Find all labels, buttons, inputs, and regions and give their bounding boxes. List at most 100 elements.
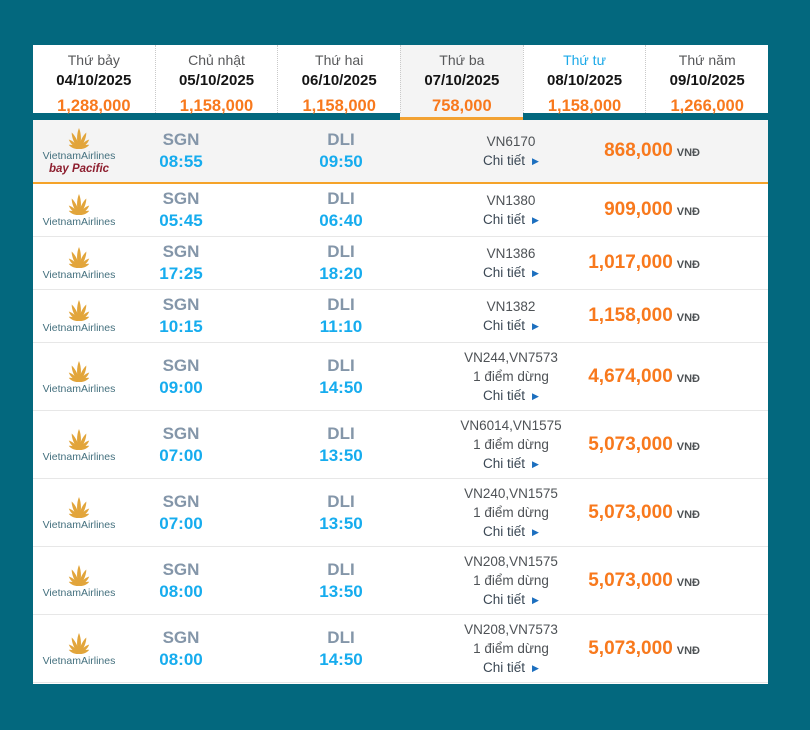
airline-logo: VietnamAirlines	[33, 631, 121, 667]
lotus-icon	[61, 563, 97, 586]
tab-price-label: 758,000	[401, 94, 523, 118]
flight-info-cell: VN1386 Chi tiết▶	[441, 244, 581, 283]
price-cell: 1,017,000VNĐ	[581, 252, 768, 274]
lotus-icon	[61, 192, 97, 215]
flight-row[interactable]: VietnamAirlines SGN 10:15 DLI 11:10 VN13…	[33, 290, 768, 343]
arrival-airport: DLI	[241, 355, 441, 377]
flight-row[interactable]: VietnamAirlines SGN 09:00 DLI 14:50 VN24…	[33, 343, 768, 411]
date-tab-thu[interactable]: Thứ năm 09/10/2025 1,266,000	[645, 45, 768, 113]
airline-name: VietnamAirlines	[43, 655, 116, 667]
departure-cell: SGN 07:00	[121, 423, 241, 467]
arrival-time: 13:50	[241, 581, 441, 603]
flight-row[interactable]: VietnamAirlines SGN 07:00 DLI 13:50 VN60…	[33, 411, 768, 479]
departure-airport: SGN	[121, 294, 241, 316]
flight-info-cell: VN1382 Chi tiết ▶	[441, 297, 581, 336]
departure-cell: SGN 08:55	[121, 129, 241, 173]
flight-info-cell: VN6014,VN1575 1 điểm dừng Chi tiết▶	[441, 416, 581, 474]
arrival-cell: DLI 13:50	[241, 559, 441, 603]
flight-row[interactable]: VietnamAirlines SGN 08:00 DLI 13:50 VN20…	[33, 547, 768, 615]
price-cell: 5,073,000VNĐ	[581, 570, 768, 592]
arrow-right-icon: ▶	[532, 321, 539, 331]
details-label: Chi tiết	[483, 265, 525, 280]
arrival-airport: DLI	[241, 423, 441, 445]
details-link[interactable]: Chi tiết▶	[483, 210, 539, 230]
details-link[interactable]: Chi tiết▶	[483, 590, 539, 610]
departure-airport: SGN	[121, 355, 241, 377]
arrival-time: 18:20	[241, 263, 441, 285]
flight-number: VN244,VN7573	[441, 348, 581, 367]
flight-number: VN6014,VN1575	[441, 416, 581, 435]
details-label: Chi tiết	[483, 660, 525, 675]
flight-row[interactable]: VietnamAirlines SGN 05:45 DLI 06:40 VN13…	[33, 184, 768, 237]
departure-time: 09:00	[121, 377, 241, 399]
tab-price-label: 1,158,000	[524, 94, 646, 118]
price-value: 5,073,000	[588, 434, 673, 455]
arrow-right-icon: ▶	[532, 527, 539, 537]
arrow-right-icon: ▶	[532, 663, 539, 673]
stops-label: 1 điểm dừng	[441, 639, 581, 658]
currency-label: VNĐ	[677, 373, 700, 385]
date-tab-sun[interactable]: Chủ nhật 05/10/2025 1,158,000	[155, 45, 278, 113]
departure-time: 07:00	[121, 445, 241, 467]
arrival-time: 13:50	[241, 513, 441, 535]
price-cell: 909,000VNĐ	[581, 199, 768, 221]
date-tab-tue-selected[interactable]: Thứ ba 07/10/2025 758,000	[400, 45, 523, 113]
departure-airport: SGN	[121, 423, 241, 445]
currency-label: VNĐ	[677, 441, 700, 453]
tab-date-label: 05/10/2025	[156, 70, 278, 91]
airline-name: VietnamAirlines	[43, 322, 116, 334]
price-cell: 1,158,000VNĐ	[581, 305, 768, 327]
departure-time: 08:00	[121, 581, 241, 603]
flight-list: VietnamAirlines bay Pacific SGN 08:55 DL…	[33, 120, 768, 684]
flight-row[interactable]: VietnamAirlines bay Pacific SGN 08:55 DL…	[33, 120, 768, 184]
flight-info-cell: VN208,VN1575 1 điểm dừng Chi tiết▶	[441, 552, 581, 610]
arrival-time: 06:40	[241, 210, 441, 232]
airline-logo: VietnamAirlines	[33, 563, 121, 599]
departure-time: 10:15	[121, 316, 241, 338]
price-value: 1,017,000	[588, 252, 673, 273]
price-value: 4,674,000	[588, 366, 673, 387]
details-link[interactable]: Chi tiết▶	[483, 386, 539, 406]
arrival-time: 14:50	[241, 649, 441, 671]
price-value: 5,073,000	[588, 570, 673, 591]
flight-info-cell: VN208,VN7573 1 điểm dừng Chi tiết▶	[441, 620, 581, 678]
departure-cell: SGN 09:00	[121, 355, 241, 399]
airline-name: VietnamAirlines	[43, 383, 116, 395]
currency-label: VNĐ	[677, 147, 700, 159]
arrival-airport: DLI	[241, 294, 441, 316]
flight-number: VN6170	[441, 132, 581, 151]
details-link[interactable]: Chi tiết ▶	[483, 658, 539, 678]
arrival-airport: DLI	[241, 491, 441, 513]
airline-logo: VietnamAirlines	[33, 298, 121, 334]
details-link[interactable]: Chi tiết▶	[483, 454, 539, 474]
arrival-time: 11:10	[241, 316, 441, 338]
flight-row[interactable]: VietnamAirlines SGN 17:25 DLI 18:20 VN13…	[33, 237, 768, 290]
flight-info-cell: VN240,VN1575 1 điểm dừng Chi tiết▶	[441, 484, 581, 542]
airline-logo: VietnamAirlines	[33, 427, 121, 463]
departure-time: 08:00	[121, 649, 241, 671]
tab-price-label: 1,266,000	[646, 94, 768, 118]
tab-date-label: 07/10/2025	[401, 70, 523, 91]
date-tab-sat[interactable]: Thứ bảy 04/10/2025 1,288,000	[33, 45, 155, 113]
details-link[interactable]: Chi tiết▶	[483, 522, 539, 542]
details-label: Chi tiết	[483, 318, 525, 333]
flight-number: VN1382	[441, 297, 581, 316]
price-value: 909,000	[604, 199, 673, 220]
arrow-right-icon: ▶	[532, 459, 539, 469]
flight-row[interactable]: VietnamAirlines SGN 07:00 DLI 13:50 VN24…	[33, 479, 768, 547]
details-link[interactable]: Chi tiết ▶	[483, 316, 539, 336]
date-tab-wed[interactable]: Thứ tư 08/10/2025 1,158,000	[523, 45, 646, 113]
arrow-right-icon: ▶	[532, 268, 539, 278]
date-tab-mon[interactable]: Thứ hai 06/10/2025 1,158,000	[277, 45, 400, 113]
airline-logo: VietnamAirlines	[33, 192, 121, 228]
tab-price-label: 1,288,000	[33, 94, 155, 118]
arrival-cell: DLI 14:50	[241, 355, 441, 399]
details-link[interactable]: Chi tiết▶	[483, 151, 539, 171]
tab-date-label: 06/10/2025	[278, 70, 400, 91]
date-tab-bar: Thứ bảy 04/10/2025 1,288,000 Chủ nhật 05…	[33, 45, 768, 113]
flight-row[interactable]: VietnamAirlines SGN 08:00 DLI 14:50 VN20…	[33, 615, 768, 683]
arrival-cell: DLI 09:50	[241, 129, 441, 173]
details-link[interactable]: Chi tiết ▶	[483, 263, 539, 283]
departure-airport: SGN	[121, 491, 241, 513]
airline-logo: VietnamAirlines	[33, 245, 121, 281]
